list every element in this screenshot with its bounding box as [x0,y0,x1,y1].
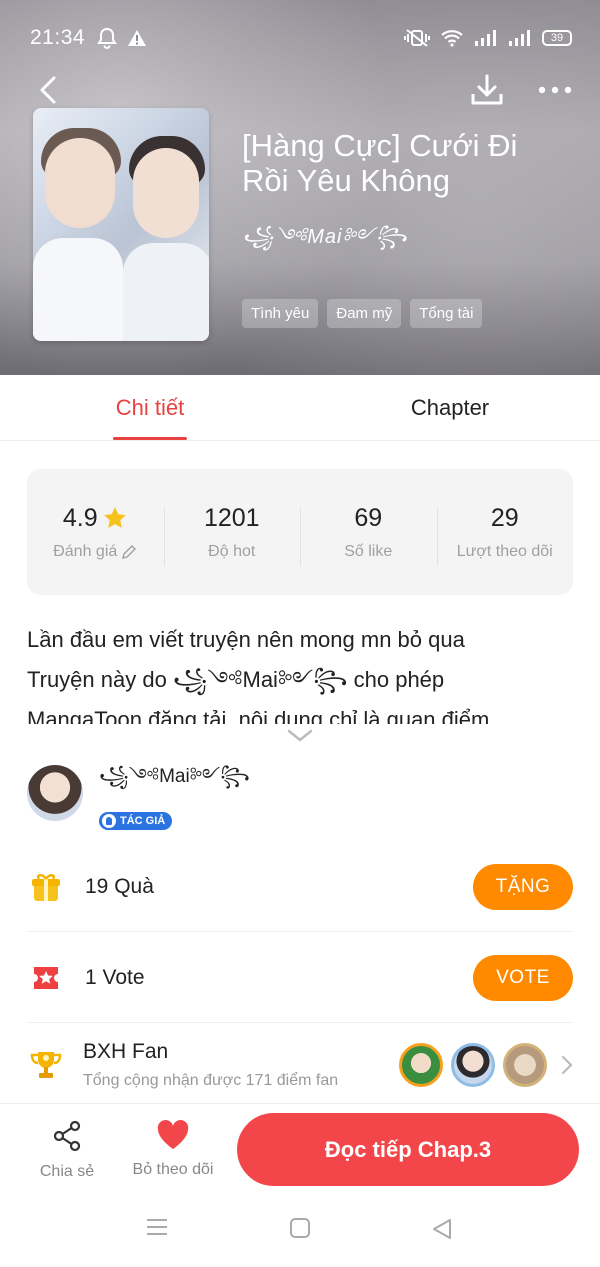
gift-icon [27,868,65,906]
pen-icon [102,813,116,828]
battery-icon: 39 [542,30,572,46]
tag[interactable]: Đam mỹ [327,299,402,328]
share-button[interactable]: Chia sẻ [22,1120,112,1181]
author-badge-label: TÁC GIẢ [120,814,166,827]
tab-chapter[interactable]: Chapter [300,375,600,440]
chevron-right-icon [561,1055,573,1075]
tag-list: Tình yêu Đam mỹ Tổng tài [242,299,483,328]
unfollow-button[interactable]: Bỏ theo dõi [128,1120,218,1179]
back-nav-icon[interactable] [430,1217,454,1241]
fan-ranking-title: BXH Fan [83,1040,169,1063]
pencil-icon [122,544,137,559]
stat-likes: 69 Số like [300,503,437,566]
heart-icon [157,1120,189,1149]
tab-details[interactable]: Chi tiết [0,375,300,440]
share-icon [53,1120,81,1152]
rating-value: 4.9 [62,503,98,532]
wifi-icon [441,30,463,47]
notification-bell-icon [97,27,117,49]
status-time: 21:34 [30,26,86,49]
hot-label: Độ hot [208,542,256,560]
gift-row: 19 Quà TẶNG [27,842,573,932]
followers-value: 29 [490,503,519,532]
followers-label: Lượt theo dõi [456,542,553,560]
vibrate-icon [404,29,430,47]
tab-bar: Chi tiết Chapter [0,375,600,441]
star-icon [103,507,126,528]
signal-2-icon [509,30,530,46]
gift-count: 19 Quà [85,874,154,898]
description-line: Lần đầu em viết truyện nên mong mn bỏ qu… [27,627,465,652]
trophy-icon [27,1046,65,1084]
bottom-action-bar: Chia sẻ Bỏ theo dõi Đọc tiếp Chap.3 [0,1103,600,1193]
warning-icon [128,30,147,46]
give-gift-button[interactable]: TẶNG [473,863,573,910]
expand-description-icon[interactable] [286,728,314,744]
top-fans [399,1043,547,1087]
fan-avatar[interactable] [399,1043,443,1087]
likes-label: Số like [344,542,393,560]
chevron-left-icon [40,76,56,104]
signal-icon [475,30,496,46]
download-icon[interactable] [470,74,504,106]
vote-ticket-icon [27,959,65,997]
stat-followers: 29 Lượt theo dõi [436,503,574,566]
author-avatar[interactable] [27,765,83,821]
fan-ranking-row[interactable]: BXH Fan Tổng cộng nhận được 171 điểm fan [27,1025,573,1105]
stat-hot: 1201 Độ hot [163,503,301,566]
story-title: [Hàng Cực] Cưới Đi Rồi Yêu Không [242,128,518,198]
author-name-header[interactable]: ꧁༺Mai༻꧂ [242,214,408,270]
system-nav-bar [0,1193,600,1267]
unfollow-label: Bỏ theo dõi [132,1161,214,1178]
story-description[interactable]: Lần đầu em viết truyện nên mong mn bỏ qu… [27,620,577,724]
likes-value: 69 [354,503,383,532]
cover-image [33,108,209,341]
more-options-icon[interactable] [538,86,572,94]
tag[interactable]: Tình yêu [242,299,319,328]
description-line: Truyện này do ꧁༺Mai༻꧂ cho phép [27,667,445,692]
author-badge: TÁC GIẢ [99,811,173,830]
status-bar: 21:34 39 [30,22,572,54]
menu-icon[interactable] [146,1217,168,1237]
vote-count: 1 Vote [85,965,145,989]
back-button[interactable] [30,72,66,108]
vote-button[interactable]: VOTE [473,954,573,1001]
home-icon[interactable] [289,1217,311,1239]
rating-label: Đánh giá [53,542,118,560]
stat-rating[interactable]: 4.9 Đánh giá [27,504,164,561]
fan-points-summary: Tổng cộng nhận được 171 điểm fan [83,1072,339,1089]
fan-avatar[interactable] [451,1043,495,1087]
description-line: MangaToon đăng tải, nội dung chỉ là quan… [27,707,490,724]
stats-panel: 4.9 Đánh giá 1201 Độ hot 69 Số like 29 L… [27,469,573,595]
fan-avatar[interactable] [503,1043,547,1087]
continue-reading-button[interactable]: Đọc tiếp Chap.3 [237,1113,579,1186]
vote-row: 1 Vote VOTE [27,933,573,1023]
story-header: 21:34 39 [Hàng Cực] Cưới Đi Rồi Yêu Khôn… [0,0,600,375]
share-label: Chia sẻ [39,1163,95,1180]
author-name[interactable]: ꧁༺Mai༻꧂ [99,754,250,808]
author-row[interactable]: ꧁༺Mai༻꧂ TÁC GIẢ [27,765,250,830]
tag[interactable]: Tổng tài [410,299,483,328]
hot-value: 1201 [203,503,260,532]
